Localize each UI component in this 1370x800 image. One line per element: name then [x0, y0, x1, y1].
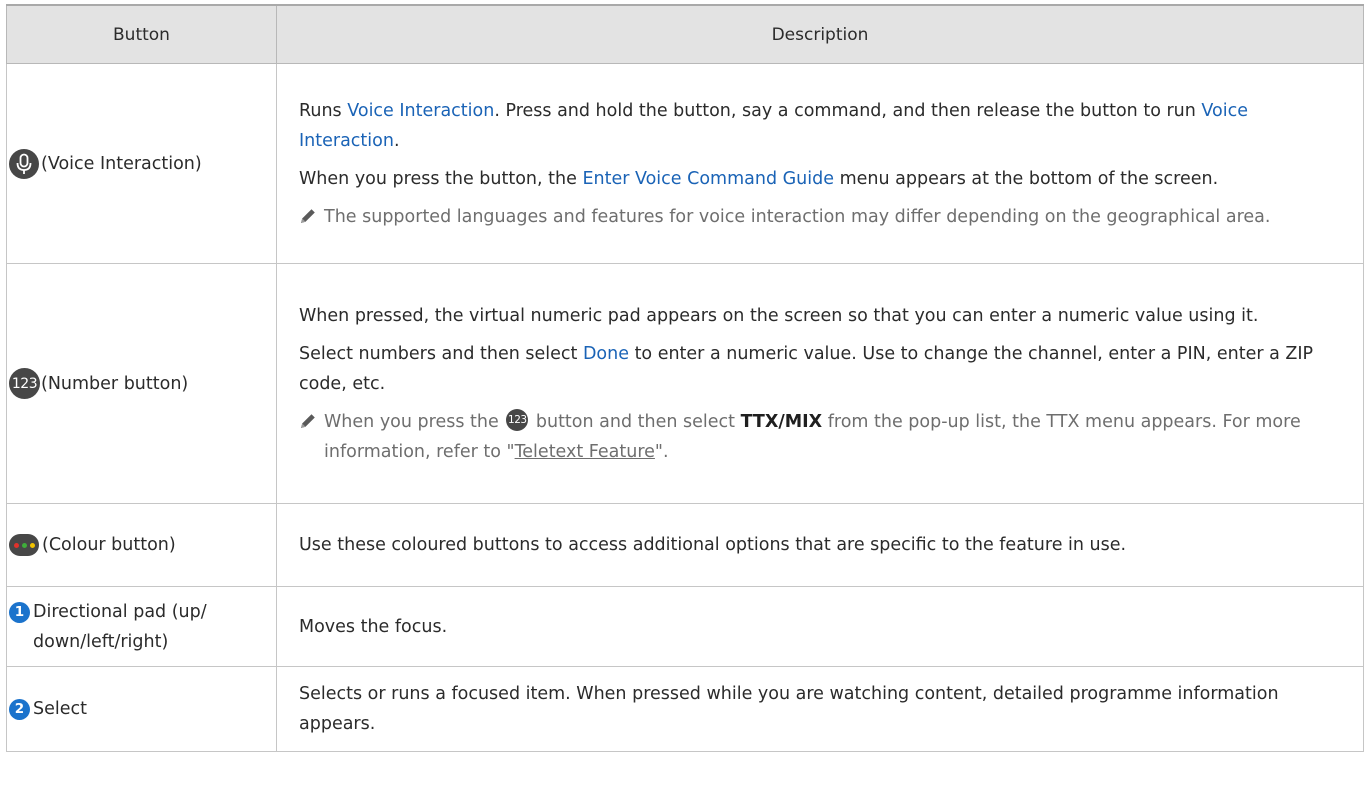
table-row: (Voice Interaction) Runs Voice Interacti… [6, 63, 1364, 264]
menu-path-link[interactable]: Voice Interaction [347, 101, 494, 121]
description-text: When you press the button, the Enter Voi… [299, 168, 1219, 189]
button-label: (Number button) [41, 373, 189, 394]
note: The supported languages and features for… [299, 202, 1341, 232]
pencil-icon [301, 413, 315, 428]
button-description-table: Button Description (Voice Interaction) R… [6, 4, 1364, 752]
button-cell: (Voice Interaction) [6, 63, 277, 264]
header-button: Button [6, 4, 277, 64]
button-cell: 123 (Number button) [6, 263, 277, 504]
menu-path-link[interactable]: Enter Voice Command Guide [582, 169, 834, 189]
description-cell: Use these coloured buttons to access add… [276, 503, 1364, 587]
colour-button-icon [9, 534, 39, 556]
number-button-icon: 123 [506, 409, 529, 431]
table-row: 1 Directional pad (up/ down/left/right) … [6, 586, 1364, 667]
number-1-badge: 1 [9, 601, 30, 623]
yellow-dot [29, 542, 35, 548]
pencil-icon [301, 208, 315, 223]
header-description: Description [276, 4, 1364, 64]
button-cell: 1 Directional pad (up/ down/left/right) [6, 586, 277, 667]
teletext-feature-link[interactable]: Teletext Feature [515, 442, 655, 462]
table-row: (Colour button) Use these coloured butto… [6, 503, 1364, 587]
green-dot [21, 542, 27, 548]
table-row: 123 (Number button) When pressed, the vi… [6, 263, 1364, 504]
description-cell: When pressed, the virtual numeric pad ap… [276, 263, 1364, 504]
number-2-badge: 2 [9, 698, 30, 720]
button-label: (Voice Interaction) [41, 153, 202, 174]
description-text: Select numbers and then select Done to e… [299, 343, 1314, 394]
note: When you press the 123 button and then s… [299, 407, 1341, 467]
menu-path-link[interactable]: Done [583, 344, 629, 364]
description-cell: Selects or runs a focused item. When pre… [276, 666, 1364, 752]
description-text: Selects or runs a focused item. When pre… [299, 684, 1279, 734]
button-label: Select [33, 699, 87, 719]
button-label: (Colour button) [42, 535, 176, 555]
red-dot [13, 542, 19, 548]
button-cell: (Colour button) [6, 503, 277, 587]
description-text: Use these coloured buttons to access add… [299, 535, 1127, 555]
description-cell: Runs Voice Interaction. Press and hold t… [276, 63, 1364, 264]
button-label: Directional pad (up/ down/left/right) [33, 601, 207, 652]
microphone-icon [9, 148, 39, 179]
menu-item-ttx-mix: TTX/MIX [740, 411, 823, 432]
description-text: When pressed, the virtual numeric pad ap… [299, 305, 1259, 326]
description-text: Runs Voice Interaction. Press and hold t… [299, 100, 1248, 151]
table-header-row: Button Description [6, 4, 1364, 64]
button-cell: 2 Select [6, 666, 277, 752]
table-row: 2 Select Selects or runs a focused item.… [6, 666, 1364, 752]
number-button-icon: 123 [9, 368, 40, 399]
description-cell: Moves the focus. [276, 586, 1364, 667]
description-text: Moves the focus. [299, 616, 448, 637]
